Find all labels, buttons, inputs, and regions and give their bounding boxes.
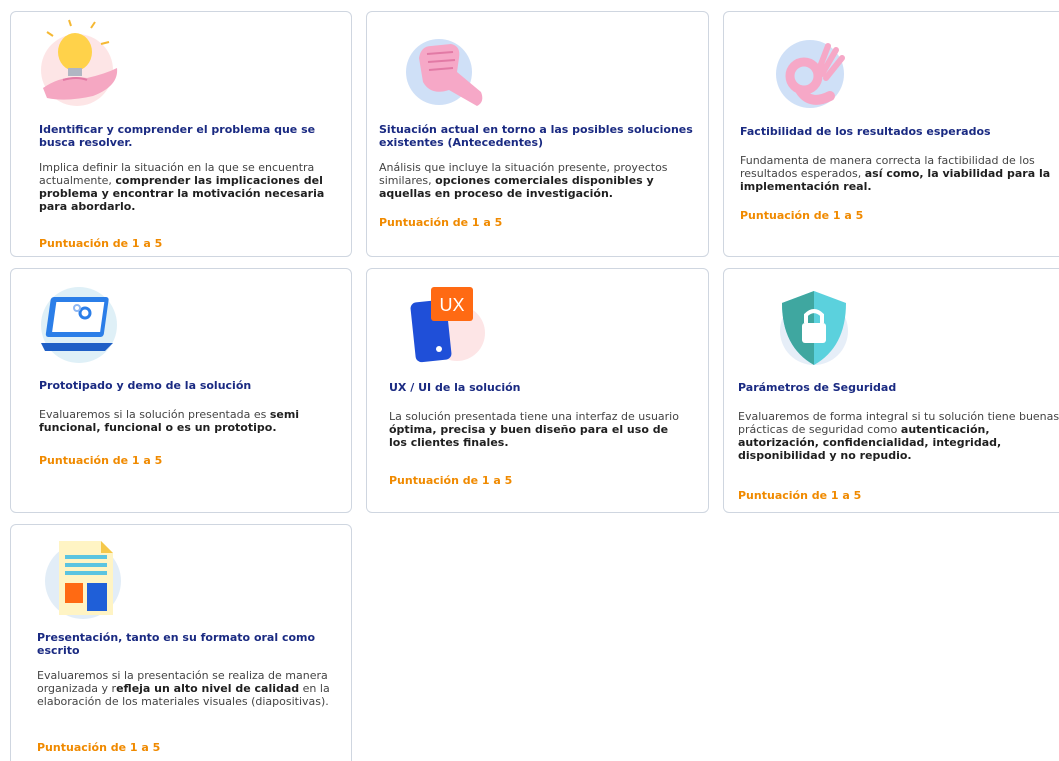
ok-hand-icon <box>770 34 860 124</box>
ux-phone-icon: UX <box>407 283 497 373</box>
card-description: Fundamenta de manera correcta la factibi… <box>740 154 1051 193</box>
criteria-card-security: Parámetros de Seguridad Evaluaremos de f… <box>723 268 1059 513</box>
card-title: Situación actual en torno a las posibles… <box>379 123 693 149</box>
score-label: Puntuación de 1 a 5 <box>389 474 513 487</box>
document-icon <box>41 533 131 623</box>
criteria-card-feasibility: Factibilidad de los resultados esperados… <box>723 11 1059 257</box>
score-label: Puntuación de 1 a 5 <box>738 489 862 502</box>
lightbulb-hand-icon <box>33 18 123 108</box>
card-description: Análisis que incluye la situación presen… <box>379 161 668 200</box>
score-label: Puntuación de 1 a 5 <box>37 741 161 754</box>
criteria-card-presentation: Presentación, tanto en su formato oral c… <box>10 524 352 761</box>
score-label: Puntuación de 1 a 5 <box>379 216 503 229</box>
card-title: Identificar y comprender el problema que… <box>39 123 316 149</box>
card-title: UX / UI de la solución <box>389 381 521 394</box>
card-title: Parámetros de Seguridad <box>738 381 897 394</box>
card-description: Implica definir la situación en la que s… <box>39 161 325 213</box>
score-label: Puntuación de 1 a 5 <box>740 209 864 222</box>
card-title: Factibilidad de los resultados esperados <box>740 125 991 138</box>
card-description: Evaluaremos de forma integral si tu solu… <box>738 410 1059 462</box>
score-label: Puntuación de 1 a 5 <box>39 454 163 467</box>
shield-lock-icon <box>774 285 864 375</box>
ux-badge-text: UX <box>439 295 464 315</box>
score-label: Puntuación de 1 a 5 <box>39 237 163 250</box>
criteria-card-problem: Identificar y comprender el problema que… <box>10 11 352 257</box>
criteria-card-prototype: Prototipado y demo de la solución Evalua… <box>10 268 352 513</box>
card-title: Prototipado y demo de la solución <box>39 379 252 392</box>
card-description: Evaluaremos si la presentación se realiz… <box>37 669 330 708</box>
card-title: Presentación, tanto en su formato oral c… <box>37 631 316 657</box>
card-description: La solución presentada tiene una interfa… <box>389 410 679 449</box>
criteria-card-ux-ui: UX UX / UI de la solución La solución pr… <box>366 268 709 513</box>
card-description: Evaluaremos si la solución presentada es… <box>39 408 300 434</box>
fist-hand-icon <box>401 32 491 122</box>
laptop-gear-icon <box>37 283 127 373</box>
criteria-card-background: Situación actual en torno a las posibles… <box>366 11 709 257</box>
